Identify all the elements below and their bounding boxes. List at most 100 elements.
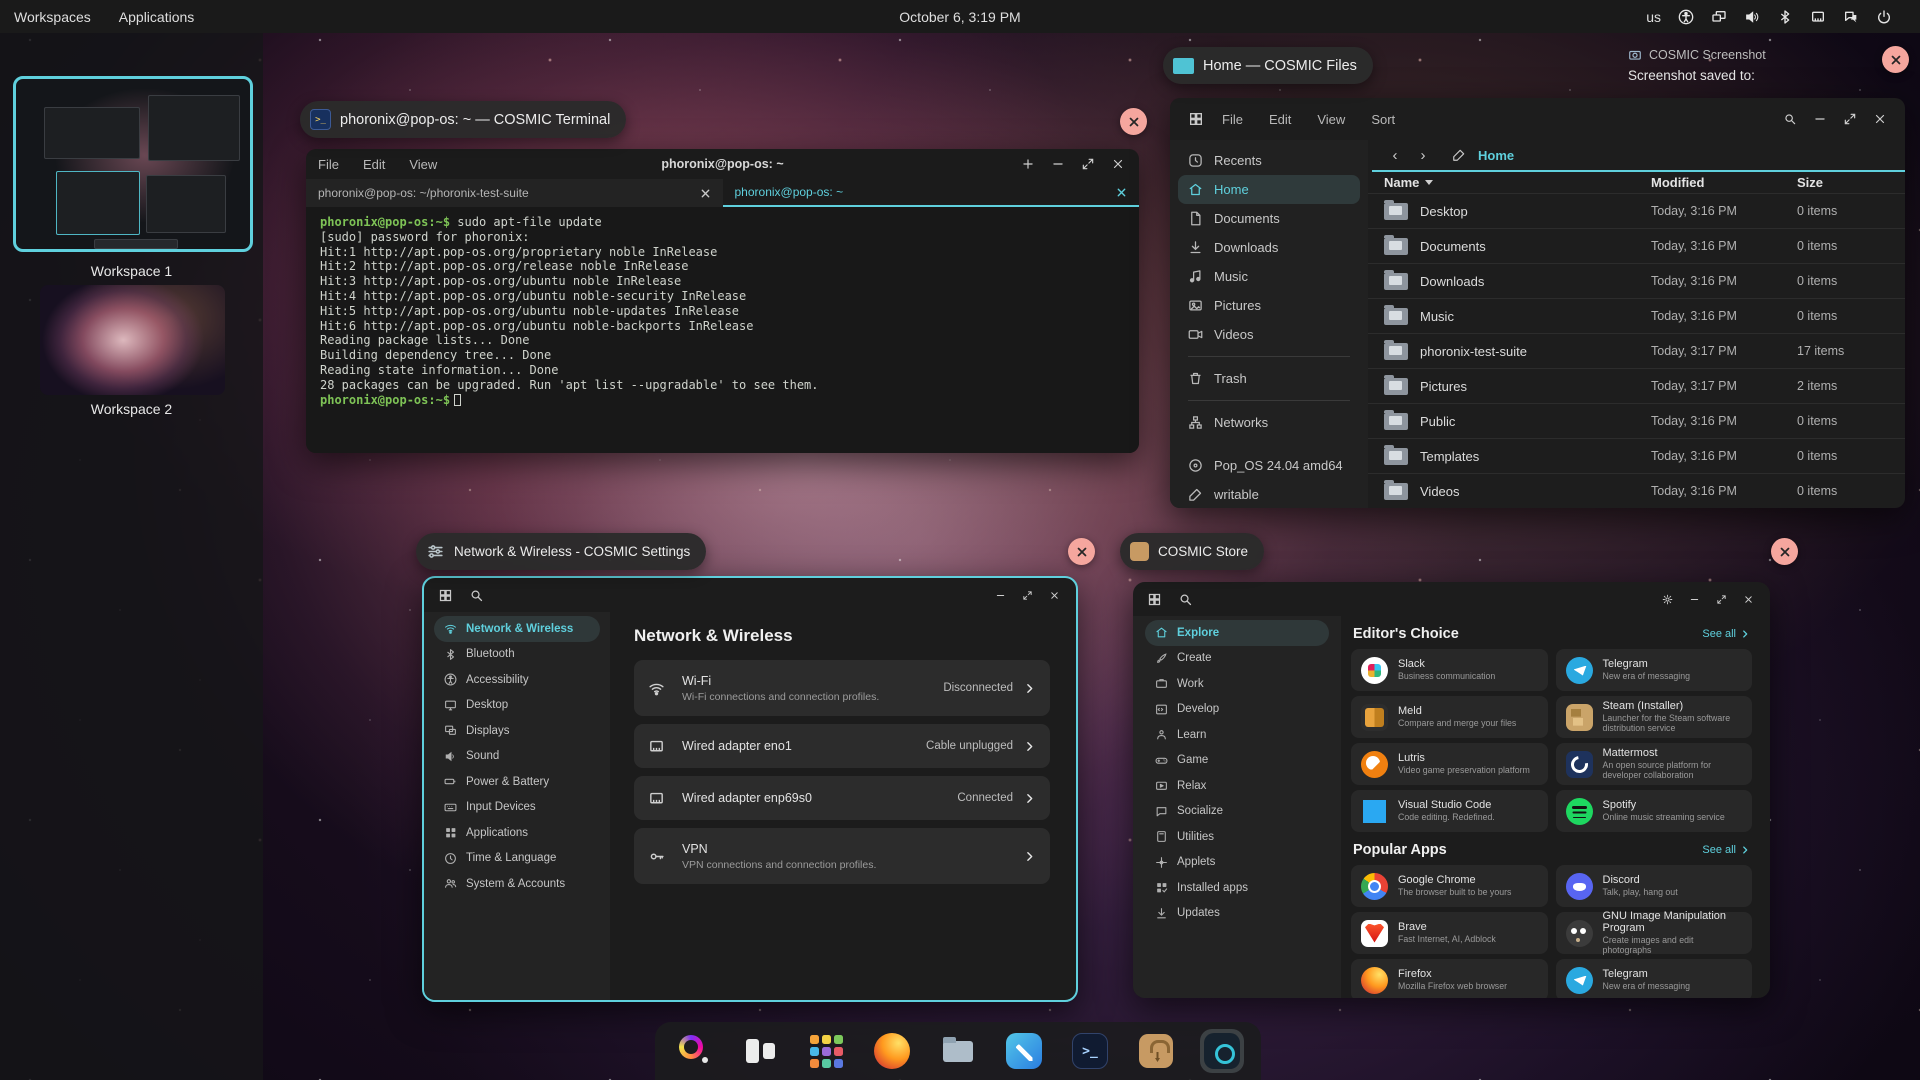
file-row[interactable]: TemplatesToday, 3:16 PM0 items bbox=[1368, 438, 1905, 473]
sidebar-item-networks[interactable]: Networks bbox=[1178, 408, 1360, 437]
store-item-develop[interactable]: Develop bbox=[1145, 697, 1329, 723]
app-card-meld[interactable]: MeldCompare and merge your files bbox=[1351, 696, 1548, 738]
app-card-telegram[interactable]: TelegramNew era of messaging bbox=[1556, 649, 1753, 691]
store-item-relax[interactable]: Relax bbox=[1145, 773, 1329, 799]
minimize-icon[interactable] bbox=[1809, 108, 1831, 130]
file-row[interactable]: PicturesToday, 3:17 PM2 items bbox=[1368, 368, 1905, 403]
vpn-card[interactable]: VPNVPN connections and connection profil… bbox=[634, 828, 1050, 884]
app-card-lutris[interactable]: LutrisVideo game preservation platform bbox=[1351, 743, 1548, 785]
terminal-tab-1[interactable]: phoronix@pop-os: ~/phoronix-test-suite bbox=[306, 179, 723, 207]
settings-item-accessibility[interactable]: Accessibility bbox=[434, 667, 600, 693]
files-window-pill[interactable]: Home — COSMIC Files bbox=[1163, 47, 1373, 84]
search-icon[interactable] bbox=[469, 588, 484, 603]
tab-close-icon[interactable] bbox=[1116, 187, 1127, 198]
terminal-output[interactable]: phoronix@pop-os:~$ sudo apt-file update … bbox=[306, 207, 1139, 453]
bluetooth-icon[interactable] bbox=[1777, 9, 1793, 25]
minimize-icon[interactable] bbox=[1685, 590, 1704, 609]
file-row[interactable]: phoronix-test-suiteToday, 3:17 PM17 item… bbox=[1368, 333, 1905, 368]
search-icon[interactable] bbox=[1178, 592, 1193, 607]
back-button[interactable]: ‹ bbox=[1384, 144, 1406, 166]
settings-item-displays[interactable]: Displays bbox=[434, 718, 600, 744]
file-row[interactable]: DocumentsToday, 3:16 PM0 items bbox=[1368, 228, 1905, 263]
sidebar-item-pictures[interactable]: Pictures bbox=[1178, 291, 1360, 320]
volume-icon[interactable] bbox=[1744, 9, 1760, 25]
settings-item-system-accounts[interactable]: System & Accounts bbox=[434, 871, 600, 897]
workspace-2-thumbnail[interactable] bbox=[40, 285, 225, 395]
notifications-icon[interactable] bbox=[1843, 9, 1859, 25]
store-close-button[interactable] bbox=[1771, 538, 1798, 565]
app-card-discord[interactable]: DiscordTalk, play, hang out bbox=[1556, 865, 1753, 907]
accessibility-icon[interactable] bbox=[1678, 9, 1694, 25]
tab-close-icon[interactable] bbox=[700, 188, 711, 199]
sidebar-item-recents[interactable]: Recents bbox=[1178, 146, 1360, 175]
terminal-close-button[interactable] bbox=[1120, 108, 1147, 135]
store-item-updates[interactable]: Updates bbox=[1145, 901, 1329, 927]
gear-icon[interactable] bbox=[1658, 590, 1677, 609]
app-card-vscode[interactable]: Visual Studio CodeCode editing. Redefine… bbox=[1351, 790, 1548, 832]
store-item-create[interactable]: Create bbox=[1145, 646, 1329, 672]
dock-firefox[interactable] bbox=[870, 1029, 914, 1073]
file-row[interactable]: DesktopToday, 3:16 PM0 items bbox=[1368, 193, 1905, 228]
store-item-applets[interactable]: Applets bbox=[1145, 850, 1329, 876]
app-card-firefox[interactable]: FirefoxMozilla Firefox web browser bbox=[1351, 959, 1548, 998]
dock-text-editor[interactable] bbox=[1002, 1029, 1046, 1073]
terminal-menu-view[interactable]: View bbox=[409, 157, 437, 172]
terminal-menu-file[interactable]: File bbox=[318, 157, 339, 172]
dock-store[interactable] bbox=[1134, 1029, 1178, 1073]
sidebar-item-downloads[interactable]: Downloads bbox=[1178, 233, 1360, 262]
new-tab-icon[interactable] bbox=[1017, 153, 1039, 175]
dock-launcher[interactable] bbox=[672, 1029, 716, 1073]
sidebar-item-home[interactable]: Home bbox=[1178, 175, 1360, 204]
store-item-explore[interactable]: Explore bbox=[1145, 620, 1329, 646]
app-card-telegram[interactable]: TelegramNew era of messaging bbox=[1556, 959, 1753, 998]
close-icon[interactable] bbox=[1869, 108, 1891, 130]
minimize-icon[interactable] bbox=[991, 586, 1010, 605]
column-modified[interactable]: Modified bbox=[1651, 175, 1797, 190]
workspace-1-thumbnail[interactable] bbox=[13, 76, 253, 252]
settings-item-applications[interactable]: Applications bbox=[434, 820, 600, 846]
see-all-link[interactable]: See all bbox=[1702, 628, 1750, 640]
maximize-icon[interactable] bbox=[1839, 108, 1861, 130]
minimize-icon[interactable] bbox=[1047, 153, 1069, 175]
file-row[interactable]: VideosToday, 3:16 PM0 items bbox=[1368, 473, 1905, 508]
clock[interactable]: October 6, 3:19 PM bbox=[899, 9, 1020, 25]
maximize-icon[interactable] bbox=[1077, 153, 1099, 175]
dock-workspaces[interactable] bbox=[738, 1029, 782, 1073]
store-window-pill[interactable]: COSMIC Store bbox=[1120, 533, 1264, 570]
file-row[interactable]: MusicToday, 3:16 PM0 items bbox=[1368, 298, 1905, 333]
screenshot-notification[interactable]: COSMIC Screenshot Screenshot saved to: bbox=[1628, 48, 1898, 83]
workspaces-menu[interactable]: Workspaces bbox=[0, 0, 105, 33]
breadcrumb[interactable]: Home bbox=[1478, 148, 1514, 163]
sidebar-item-documents[interactable]: Documents bbox=[1178, 204, 1360, 233]
sidebar-item-music[interactable]: Music bbox=[1178, 262, 1360, 291]
files-menu-file[interactable]: File bbox=[1222, 112, 1243, 127]
applications-menu[interactable]: Applications bbox=[105, 0, 209, 33]
dock-files[interactable] bbox=[936, 1029, 980, 1073]
forward-button[interactable]: › bbox=[1412, 144, 1434, 166]
search-icon[interactable] bbox=[1779, 108, 1801, 130]
network-icon[interactable] bbox=[1810, 9, 1826, 25]
store-item-installed-apps[interactable]: Installed apps bbox=[1145, 875, 1329, 901]
wired-adapter-card[interactable]: Wired adapter eno1 Cable unplugged bbox=[634, 724, 1050, 768]
terminal-tab-2[interactable]: phoronix@pop-os: ~ bbox=[723, 179, 1140, 207]
settings-close-button[interactable] bbox=[1068, 538, 1095, 565]
display-icon[interactable] bbox=[1711, 9, 1727, 25]
column-size[interactable]: Size bbox=[1797, 175, 1889, 190]
app-menu-icon[interactable] bbox=[1147, 592, 1162, 607]
power-icon[interactable] bbox=[1876, 9, 1892, 25]
maximize-icon[interactable] bbox=[1712, 590, 1731, 609]
settings-item-sound[interactable]: Sound bbox=[434, 744, 600, 770]
keyboard-layout[interactable]: us bbox=[1646, 9, 1661, 25]
terminal-window-pill[interactable]: >_ phoronix@pop-os: ~ — COSMIC Terminal bbox=[300, 101, 626, 138]
files-menu-view[interactable]: View bbox=[1317, 112, 1345, 127]
sidebar-item-videos[interactable]: Videos bbox=[1178, 320, 1360, 349]
app-card-steam[interactable]: Steam (Installer)Launcher for the Steam … bbox=[1556, 696, 1753, 738]
dock-applications[interactable] bbox=[804, 1029, 848, 1073]
settings-window-pill[interactable]: Network & Wireless - COSMIC Settings bbox=[416, 533, 706, 570]
settings-item-power-battery[interactable]: Power & Battery bbox=[434, 769, 600, 795]
files-menu-sort[interactable]: Sort bbox=[1371, 112, 1395, 127]
store-item-utilities[interactable]: Utilities bbox=[1145, 824, 1329, 850]
wifi-card[interactable]: Wi-FiWi-Fi connections and connection pr… bbox=[634, 660, 1050, 716]
app-menu-icon[interactable] bbox=[1188, 111, 1204, 127]
column-name[interactable]: Name bbox=[1384, 175, 1651, 190]
